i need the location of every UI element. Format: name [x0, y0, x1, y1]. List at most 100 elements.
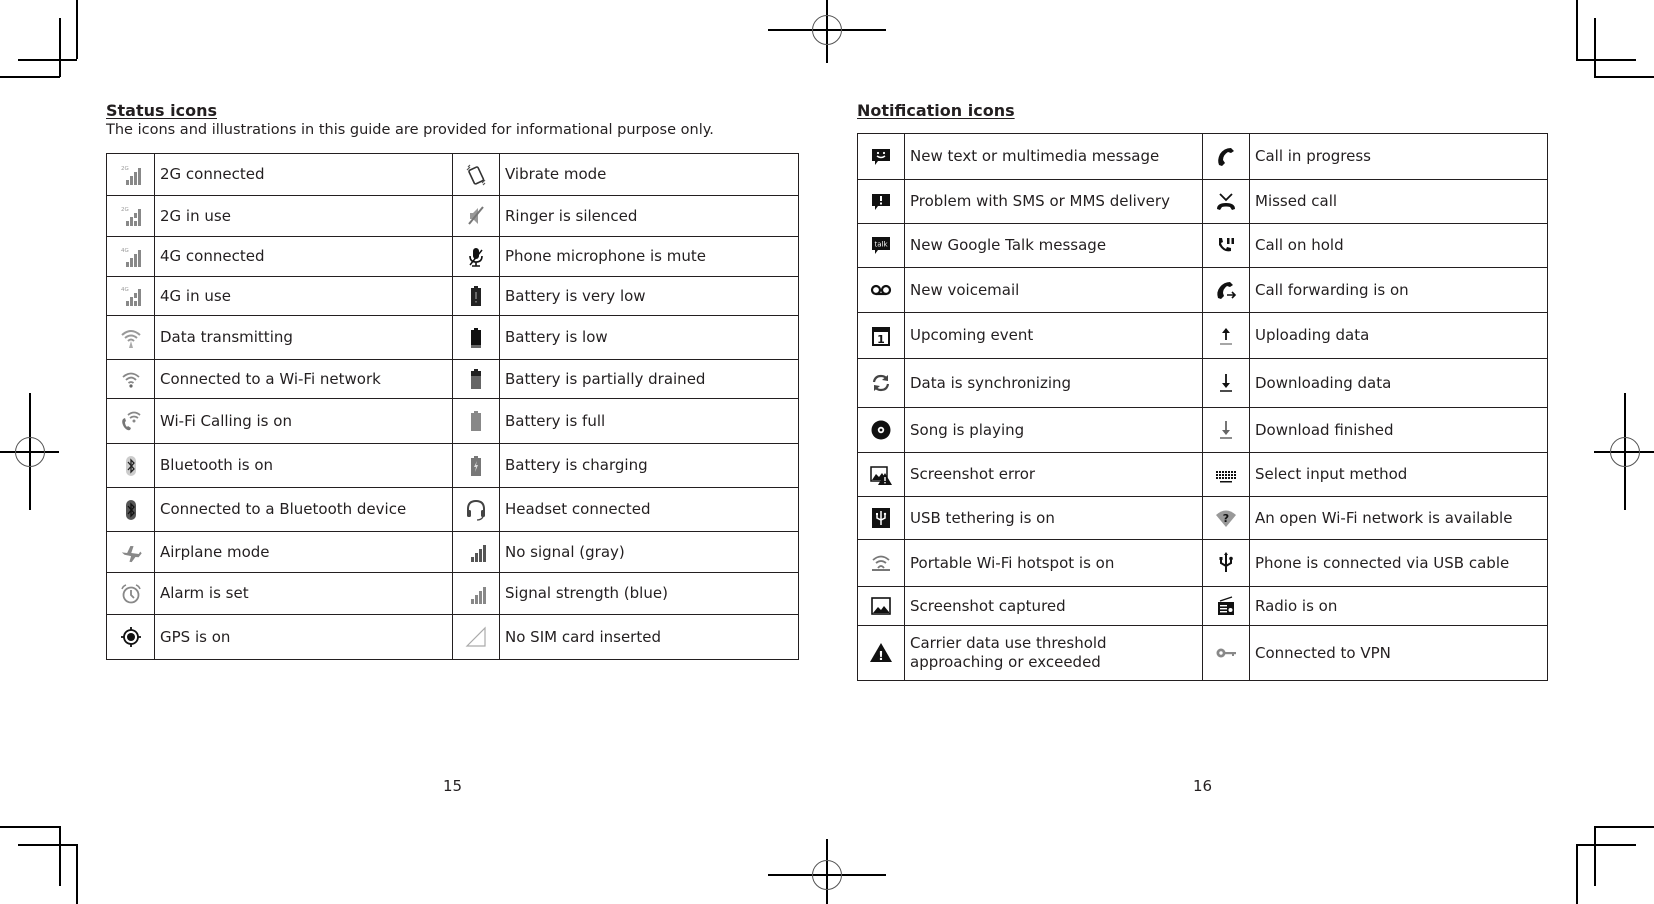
crop-mark [1576, 844, 1578, 904]
status-icons-heading: Status icons [106, 101, 217, 120]
table-row: Data is synchronizing Downloading data [857, 358, 1548, 408]
crop-mark [1576, 844, 1636, 846]
notification-icons-table: New text or multimedia message Call in pr… [857, 133, 1548, 681]
icon-description: Screenshot error [904, 452, 1203, 497]
icon-description: Radio is on [1249, 586, 1548, 626]
crop-mark [1594, 826, 1596, 886]
table-row: New text or multimedia message Call in pr… [857, 133, 1548, 180]
icon-description: Call in progress [1249, 133, 1548, 180]
table-row: Airplane mode No signal (gray) [106, 531, 799, 573]
download-finished-icon [1220, 421, 1232, 439]
icon-description: Vibrate mode [499, 153, 799, 196]
icon-cell [1202, 358, 1250, 408]
table-row: New voicemail Call forwarding is on [857, 267, 1548, 313]
icon-cell: 4G [106, 236, 155, 277]
notification-icons-heading: Notification icons [857, 101, 1015, 120]
bluetooth-connected-icon [125, 499, 136, 520]
usb-tethering-icon [872, 508, 890, 528]
signal-strength-icon [471, 586, 486, 604]
upload-icon [1220, 327, 1232, 345]
sync-icon [872, 374, 890, 392]
icon-description: Connected to VPN [1249, 625, 1548, 681]
keyboard-icon [1216, 470, 1236, 482]
wifi-icon [121, 372, 140, 388]
icon-cell [106, 487, 155, 532]
icon-description: No SIM card inserted [499, 614, 799, 660]
song-playing-icon [871, 420, 891, 440]
icon-description: Screenshot captured [904, 586, 1203, 626]
icon-cell [857, 452, 905, 497]
wifi-data-icon [120, 329, 141, 348]
icon-description: Missed call [1249, 179, 1548, 224]
sms-error-icon [872, 193, 890, 210]
icon-cell [857, 407, 905, 453]
icon-cell: ! [857, 625, 905, 681]
icon-description: No signal (gray) [499, 531, 799, 573]
crop-mark [1576, 59, 1636, 61]
icon-cell [1202, 133, 1250, 180]
table-row: USB tethering is on? An open Wi-Fi networ… [857, 496, 1548, 540]
registration-circle [812, 860, 842, 890]
table-row: Connected to a Bluetooth device Headset c… [106, 487, 799, 532]
svg-text:talk: talk [874, 240, 888, 248]
icon-cell [857, 496, 905, 540]
icon-cell: talk [857, 223, 905, 268]
registration-circle [1610, 437, 1640, 467]
crop-mark [1594, 76, 1654, 78]
icon-cell [106, 572, 155, 615]
table-row: 4G 4G in use Battery is very low [106, 276, 799, 316]
sms-icon [872, 148, 890, 165]
battery-full-icon [471, 411, 481, 431]
screenshot-error-icon [870, 465, 892, 485]
alarm-icon [120, 583, 141, 603]
icon-description: Phone microphone is mute [499, 236, 799, 277]
icon-cell [452, 487, 500, 532]
icon-cell [1202, 539, 1250, 587]
icon-cell: 4G [106, 276, 155, 316]
icon-cell [1202, 179, 1250, 224]
icon-description: Alarm is set [154, 572, 453, 615]
icon-cell [857, 539, 905, 587]
crop-mark [1576, 0, 1578, 59]
icon-description: Airplane mode [154, 531, 453, 573]
hotspot-icon [872, 555, 890, 571]
headset-icon [467, 499, 485, 521]
icon-description: Data transmitting [154, 315, 453, 360]
table-row: Data transmitting Battery is low [106, 315, 799, 360]
vpn-key-icon [1216, 648, 1236, 658]
signal-2g-in-use-icon: 2G [121, 207, 141, 226]
icon-cell [857, 358, 905, 408]
icon-cell [857, 133, 905, 180]
crop-mark [76, 0, 78, 59]
icon-cell: 2G [106, 195, 155, 237]
icon-description: Select input method [1249, 452, 1548, 497]
svg-text:2G: 2G [121, 166, 129, 172]
icon-cell [452, 614, 500, 660]
icon-description: Signal strength (blue) [499, 572, 799, 615]
icon-cell [1202, 312, 1250, 359]
icon-description: Call forwarding is on [1249, 267, 1548, 313]
google-talk-icon: talk [872, 236, 890, 254]
crop-mark [0, 76, 60, 78]
airplane-icon [121, 545, 142, 563]
table-row: 4G 4G connected Phone microphone is mute [106, 236, 799, 277]
registration-circle [812, 15, 842, 45]
voicemail-icon [870, 284, 892, 296]
icon-cell [452, 153, 500, 196]
icon-cell [452, 572, 500, 615]
svg-text:4G: 4G [121, 248, 129, 254]
crop-mark [1594, 826, 1654, 828]
table-row: 2G 2G in use Ringer is silenced [106, 195, 799, 237]
mic-mute-icon [469, 247, 483, 267]
icon-description: Upcoming event [904, 312, 1203, 359]
page-number: 15 [443, 777, 463, 795]
icon-cell [452, 443, 500, 488]
battery-charging-icon [471, 455, 481, 476]
icon-cell [1202, 267, 1250, 313]
icon-description: New text or multimedia message [904, 133, 1203, 180]
icon-cell [1202, 452, 1250, 497]
table-row: Song is playing Download finished [857, 407, 1548, 453]
icon-description: Data is synchronizing [904, 358, 1203, 408]
icon-cell [106, 443, 155, 488]
icon-description: Bluetooth is on [154, 443, 453, 488]
